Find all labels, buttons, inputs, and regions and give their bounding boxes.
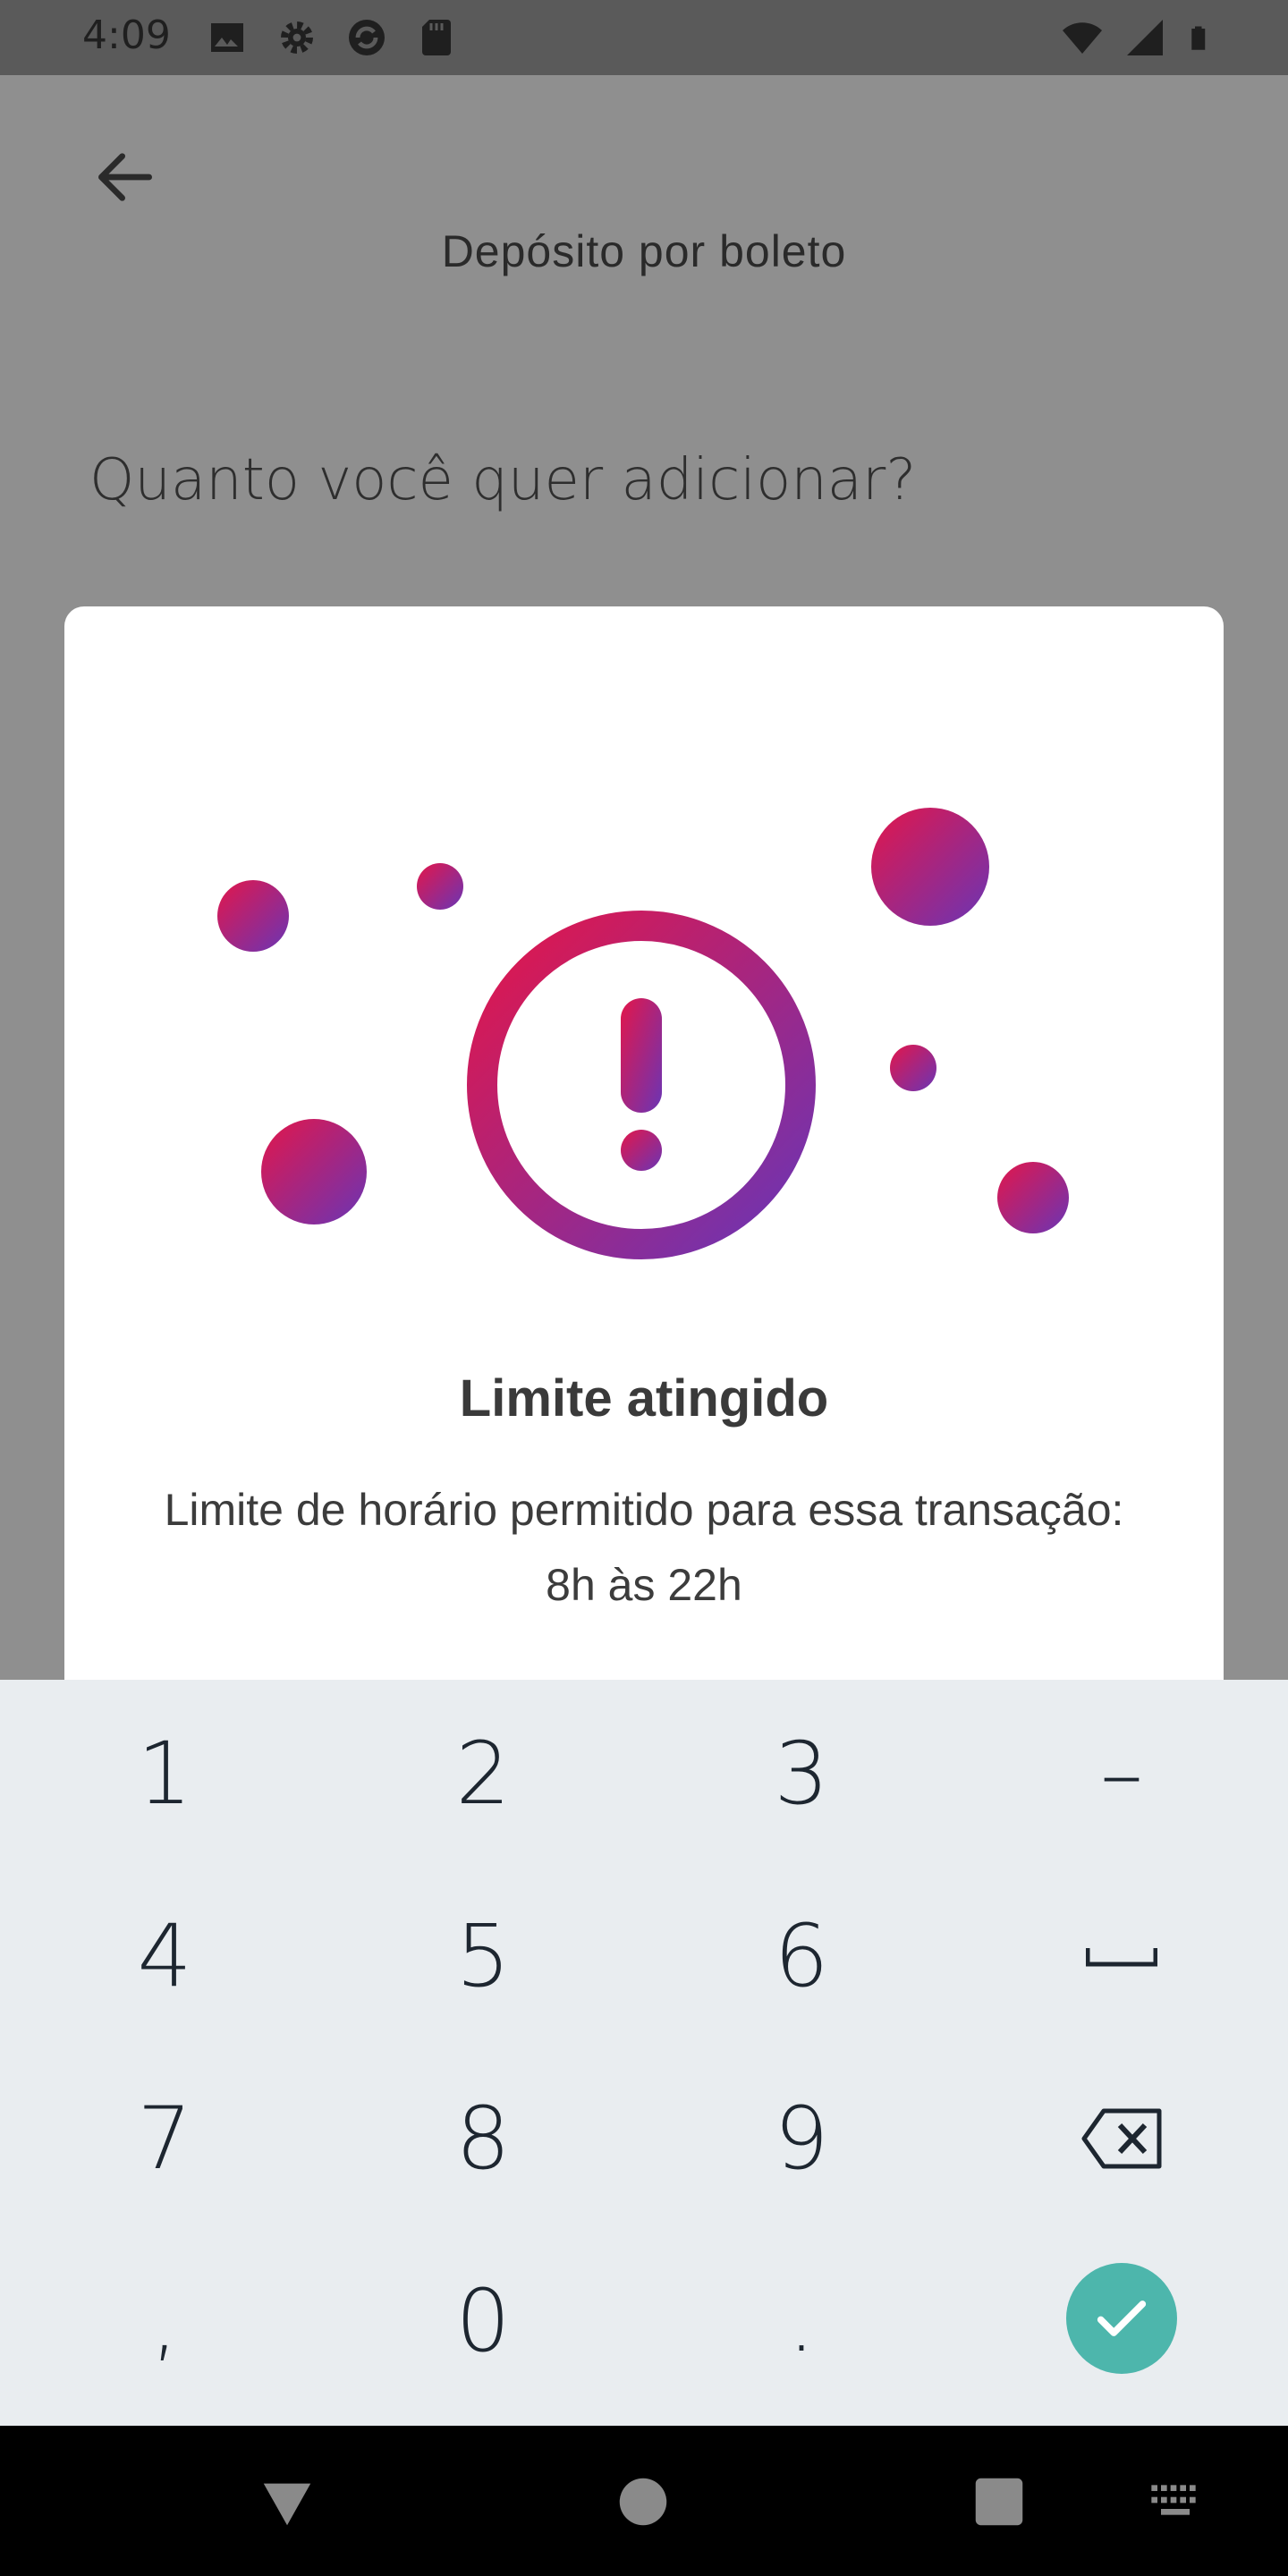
back-arrow-icon[interactable]	[89, 141, 161, 213]
key-8[interactable]: 8	[349, 2054, 617, 2224]
key-6[interactable]: 6	[667, 1871, 936, 2041]
exclamation-dot	[621, 1130, 662, 1171]
wifi-icon	[1063, 22, 1102, 54]
system-nav-bar	[0, 2426, 1288, 2576]
exclamation-bar	[621, 998, 662, 1113]
key-4[interactable]: 4	[30, 1871, 299, 2041]
alert-illustration	[217, 808, 1069, 1259]
home-circle-icon[interactable]	[612, 2470, 674, 2533]
battery-icon	[1191, 26, 1206, 50]
key-backspace[interactable]	[987, 2054, 1256, 2224]
limit-dialog: Limite atingido Limite de horário permit…	[64, 606, 1224, 1769]
key-1[interactable]: 1	[30, 1689, 299, 1859]
dialog-title: Limite atingido	[459, 1369, 829, 1428]
bubble-decoration	[217, 880, 289, 952]
back-triangle-icon[interactable]	[256, 2470, 318, 2533]
sync-icon	[349, 20, 385, 55]
system-icons	[1061, 16, 1213, 59]
bubble-decoration	[871, 808, 989, 926]
key-2[interactable]: 2	[349, 1689, 617, 1859]
signal-icon	[1127, 20, 1163, 55]
check-icon	[1097, 2301, 1147, 2336]
gear-icon	[281, 21, 313, 54]
bubble-decoration	[261, 1119, 367, 1224]
key-7[interactable]: 7	[30, 2054, 299, 2224]
bubble-decoration	[890, 1045, 936, 1091]
key-3[interactable]: 3	[667, 1689, 936, 1859]
key-9[interactable]: 9	[667, 2054, 936, 2224]
confirm-button[interactable]	[1066, 2263, 1177, 2374]
bubble-decoration	[997, 1162, 1069, 1233]
status-time: 4:09	[82, 13, 171, 58]
dialog-message: Limite de horário permitido para essa tr…	[164, 1485, 1124, 1610]
key-0[interactable]: 0	[349, 2236, 617, 2406]
sd-card-icon	[422, 20, 451, 55]
bubble-decoration	[417, 863, 463, 910]
notification-icons	[206, 16, 458, 59]
key-5[interactable]: 5	[349, 1871, 617, 2041]
key-minus[interactable]: –	[987, 1689, 1256, 1859]
image-icon	[211, 23, 243, 52]
key-period[interactable]: .	[667, 2236, 936, 2406]
recents-square-icon[interactable]	[968, 2470, 1030, 2533]
space-icon	[1086, 1948, 1157, 1967]
status-bar: 4:09	[0, 0, 1288, 75]
page-title: Depósito por boleto	[441, 226, 847, 276]
key-space[interactable]	[987, 1871, 1256, 2041]
keyboard-icon[interactable]	[1147, 2470, 1204, 2533]
backspace-icon	[1081, 2108, 1162, 2169]
amount-question: Quanto você quer adicionar?	[89, 447, 917, 513]
key-comma[interactable]: ,	[30, 2236, 299, 2406]
